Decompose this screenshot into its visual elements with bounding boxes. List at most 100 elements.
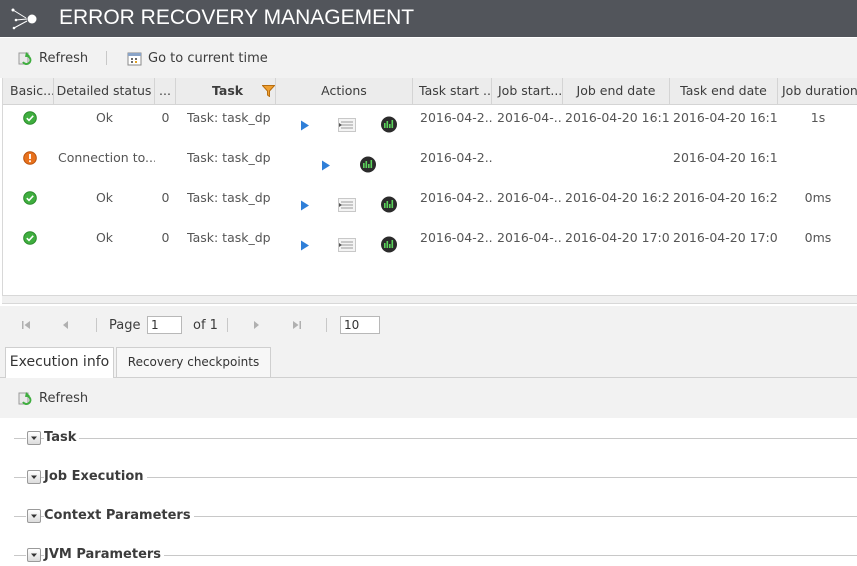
task-start-cell: 2016-04-2...: [420, 190, 492, 205]
duration-cell: 0ms: [804, 190, 832, 205]
job-end-cell: 2016-04-20 17:0...: [565, 230, 670, 245]
details-toolbar: Refresh: [0, 378, 857, 418]
task-cell: Task: task_dp: [187, 230, 271, 245]
column-header-task[interactable]: Task: [176, 78, 276, 104]
status-ok-icon: [23, 191, 37, 205]
details-refresh-button[interactable]: Refresh: [17, 388, 88, 408]
section-jvm-parameters-label[interactable]: JVM Parameters: [44, 545, 165, 565]
log-list-icon[interactable]: [338, 198, 356, 212]
column-header-job-start[interactable]: Job start...: [492, 78, 563, 104]
page-size-input[interactable]: [340, 316, 380, 334]
detail-tabs: Execution info Recovery checkpoints: [0, 344, 857, 378]
filter-icon[interactable]: [262, 85, 275, 97]
refresh-button[interactable]: Refresh: [17, 48, 88, 68]
monitor-chart-icon[interactable]: [380, 196, 398, 213]
task-start-cell: 2016-04-2...: [420, 150, 492, 165]
main-toolbar: Refresh Go to current time: [0, 38, 857, 78]
play-icon[interactable]: [300, 120, 310, 131]
page-label: Page: [109, 318, 141, 333]
task-end-cell: 2016-04-20 16:1...: [673, 150, 778, 165]
go-to-current-time-button[interactable]: Go to current time: [127, 48, 268, 68]
status-error-icon: [23, 151, 37, 165]
detailed-status-cell: Connection to...: [58, 150, 155, 165]
column-header-actions[interactable]: Actions: [276, 78, 413, 104]
detailed-status-cell: Ok: [95, 230, 114, 245]
table-row[interactable]: Ok 0 Task: task_dp 2016-04-2... 2016-04-…: [3, 104, 857, 144]
count-cell: [155, 144, 176, 172]
column-header-detailed-status[interactable]: Detailed status: [54, 78, 155, 104]
job-end-cell: 2016-04-20 16:2...: [565, 190, 670, 205]
task-end-cell: 2016-04-20 17:0...: [673, 230, 778, 245]
pager-divider: [227, 318, 228, 332]
count-cell: 0: [161, 230, 170, 245]
tab-recovery-checkpoints[interactable]: Recovery checkpoints: [116, 347, 271, 377]
table-row[interactable]: Ok 0 Task: task_dp 2016-04-2... 2016-04-…: [3, 224, 857, 264]
task-start-cell: 2016-04-2...: [420, 110, 492, 125]
section-jvm-parameters: JVM Parameters: [0, 545, 857, 565]
column-header-count[interactable]: ...: [155, 78, 176, 104]
monitor-chart-icon[interactable]: [380, 116, 398, 133]
monitor-chart-icon[interactable]: [359, 156, 377, 173]
pager-divider: [326, 318, 327, 332]
duration-cell: 0ms: [804, 230, 832, 245]
job-start-cell: 2016-04-...: [497, 190, 563, 205]
job-start-cell: 2016-04-...: [497, 110, 563, 125]
section-divider: [40, 477, 857, 478]
column-header-task-label: Task: [212, 83, 244, 98]
previous-page-icon[interactable]: [59, 318, 73, 332]
table-row[interactable]: Ok 0 Task: task_dp 2016-04-2... 2016-04-…: [3, 184, 857, 224]
status-ok-icon: [23, 231, 37, 245]
pagination-bar: Page of 1: [0, 306, 857, 344]
job-start-cell: [497, 144, 563, 172]
section-context-parameters-label[interactable]: Context Parameters: [44, 506, 194, 526]
detailed-status-cell: Ok: [95, 110, 114, 125]
job-end-cell: 2016-04-20 16:1...: [565, 110, 670, 125]
details-refresh-label: Refresh: [39, 390, 89, 406]
job-end-cell: [565, 144, 670, 172]
section-divider: [40, 438, 857, 439]
chevron-down-icon[interactable]: [27, 431, 41, 445]
calendar-icon: [127, 52, 142, 65]
log-list-icon[interactable]: [338, 118, 356, 132]
log-list-icon[interactable]: [338, 238, 356, 252]
section-context-parameters: Context Parameters: [0, 506, 857, 526]
last-page-icon[interactable]: [290, 318, 304, 332]
chevron-down-icon[interactable]: [27, 509, 41, 523]
page-number-input[interactable]: [147, 316, 182, 334]
next-page-icon[interactable]: [249, 318, 263, 332]
count-cell: 0: [161, 190, 170, 205]
refresh-label: Refresh: [39, 50, 89, 66]
tab-execution-info[interactable]: Execution info: [5, 347, 114, 378]
count-cell: 0: [161, 110, 170, 125]
task-start-cell: 2016-04-2...: [420, 230, 492, 245]
detailed-status-cell: Ok: [95, 190, 114, 205]
page-title: ERROR RECOVERY MANAGEMENT: [59, 6, 415, 29]
column-header-basic-status[interactable]: Basic...: [3, 78, 54, 104]
job-start-cell: 2016-04-...: [497, 230, 563, 245]
executions-grid: Basic... Detailed status ... Task Action…: [2, 78, 857, 296]
column-header-task-start[interactable]: Task start ...: [413, 78, 492, 104]
status-ok-icon: [23, 111, 37, 125]
task-end-cell: 2016-04-20 16:2...: [673, 190, 778, 205]
play-icon[interactable]: [321, 160, 331, 171]
task-cell: Task: task_dp: [187, 150, 271, 165]
app-logo-icon: [11, 8, 37, 30]
play-icon[interactable]: [300, 200, 310, 211]
toolbar-divider: [106, 51, 107, 65]
chevron-down-icon[interactable]: [27, 548, 41, 562]
section-task-label[interactable]: Task: [44, 428, 80, 448]
play-icon[interactable]: [300, 240, 310, 251]
section-divider: [14, 555, 26, 556]
monitor-chart-icon[interactable]: [380, 236, 398, 253]
refresh-icon: [18, 392, 32, 405]
table-row[interactable]: Connection to... Task: task_dp 2016-04-2…: [3, 144, 857, 184]
column-header-job-end-date[interactable]: Job end date: [563, 78, 670, 104]
first-page-icon[interactable]: [19, 318, 33, 332]
grid-horizontal-scrollbar[interactable]: [2, 295, 857, 304]
section-job-execution-label[interactable]: Job Execution: [44, 467, 147, 487]
duration-cell: 1s: [810, 110, 826, 125]
column-header-job-duration[interactable]: Job duration: [778, 78, 857, 104]
column-header-task-end-date[interactable]: Task end date: [670, 78, 778, 104]
chevron-down-icon[interactable]: [27, 470, 41, 484]
section-divider: [14, 438, 26, 439]
